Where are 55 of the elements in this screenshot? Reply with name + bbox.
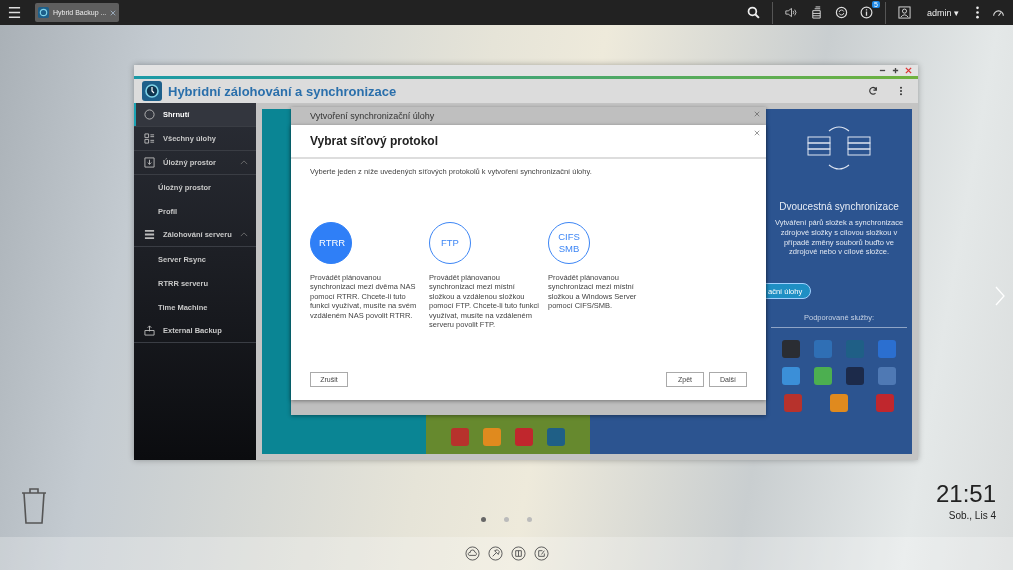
minimize-icon[interactable] [879, 67, 886, 74]
protocol-option[interactable]: CIFS SMB [548, 222, 590, 264]
user-menu[interactable]: admin ▾ [923, 7, 963, 18]
close-icon[interactable] [110, 9, 117, 16]
chevron-icon[interactable] [240, 232, 248, 237]
clock-date: Sob., Lis 4 [947, 510, 996, 521]
service-logo-icon [876, 394, 894, 412]
page-dot[interactable] [504, 517, 509, 522]
app-logo-icon [142, 81, 162, 101]
panel-title: Dvoucestná synchronizace [779, 201, 899, 212]
chevron-icon[interactable] [240, 160, 248, 165]
volume-icon[interactable] [785, 6, 798, 19]
dialog-title: Vytvoření synchronizační úlohy [310, 111, 435, 121]
menu-icon[interactable] [8, 6, 21, 19]
trash-icon[interactable] [20, 487, 48, 525]
service-logo-icon [784, 394, 802, 412]
app-logo-icon [38, 7, 49, 18]
sidebar-icon [144, 109, 155, 120]
service-logo-icon [451, 428, 469, 446]
maximize-icon[interactable] [892, 67, 899, 74]
service-logo-icon [878, 340, 896, 358]
service-logo-icon [515, 428, 533, 446]
clock-time: 21:51 [935, 480, 996, 508]
page-dot[interactable] [481, 517, 486, 522]
search-icon[interactable] [747, 6, 760, 19]
protocol-option[interactable]: RTRR [310, 222, 352, 264]
service-logo-icon [814, 367, 832, 385]
sidebar-icon [144, 133, 155, 144]
more-icon[interactable] [975, 6, 980, 19]
close-icon[interactable] [754, 130, 760, 136]
page-dot[interactable] [527, 517, 532, 522]
app-title: Hybridní zálohování a synchronizace [168, 83, 397, 99]
service-logo-icon [782, 367, 800, 385]
dialog-title: Vybrat síťový protokol [310, 134, 438, 148]
user-icon[interactable] [898, 6, 911, 19]
sidebar-icon [144, 157, 155, 168]
sync-icon[interactable] [835, 6, 848, 19]
sidebar-icon [144, 229, 155, 240]
edit-icon[interactable] [533, 546, 549, 561]
service-logo-icon [830, 394, 848, 412]
book-icon[interactable] [510, 546, 526, 561]
service-logo-icon [878, 367, 896, 385]
service-logo-icon [846, 367, 864, 385]
refresh-icon[interactable] [868, 86, 878, 96]
service-logo-icon [782, 340, 800, 358]
close-icon[interactable] [905, 67, 912, 74]
sync-servers-drawing [804, 123, 874, 173]
service-logo-icon [483, 428, 501, 446]
sidebar-icon [144, 325, 155, 336]
protocol-option[interactable]: FTP [429, 222, 471, 264]
service-logo-icon [547, 428, 565, 446]
stack-icon[interactable] [810, 6, 823, 19]
info-icon[interactable] [860, 6, 873, 19]
cloud-icon[interactable] [464, 546, 480, 561]
service-logo-icon [814, 340, 832, 358]
